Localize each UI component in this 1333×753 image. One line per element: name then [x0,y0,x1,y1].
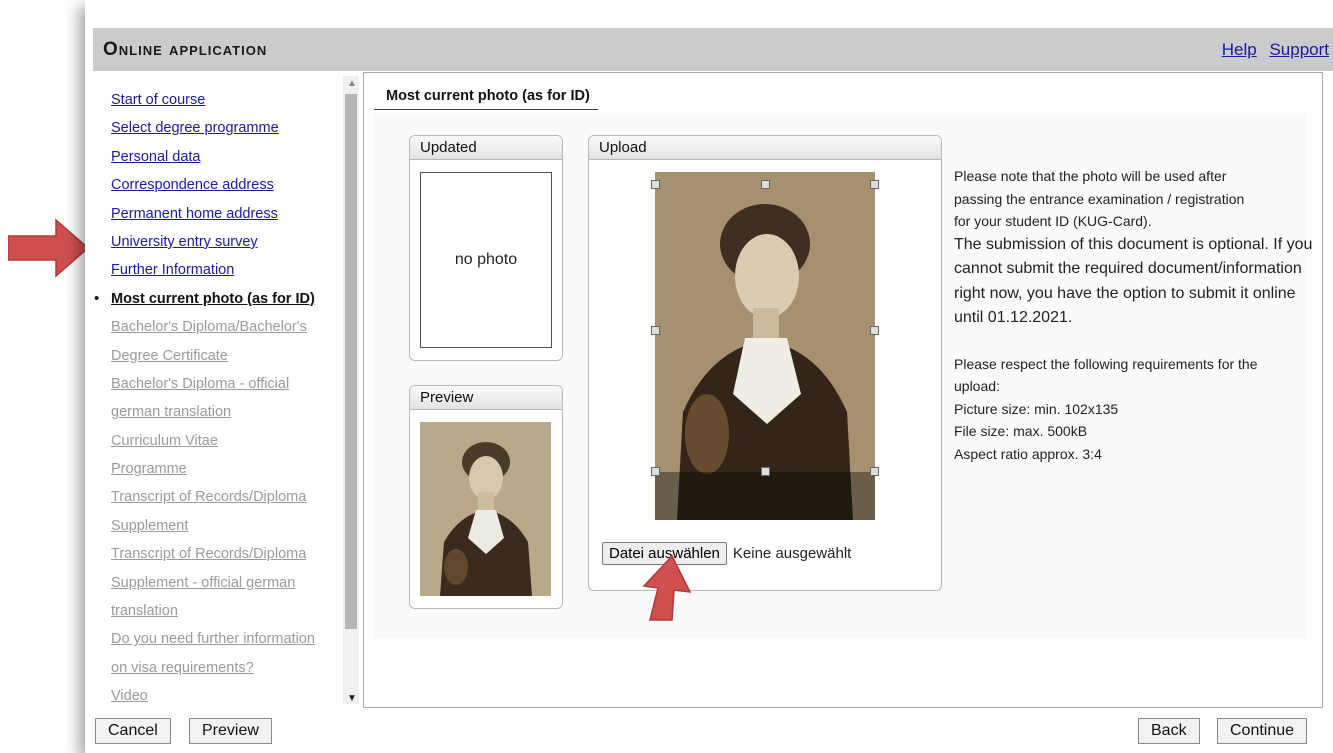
sidebar-item-label: Transcript of Records/Diploma [111,489,307,506]
sidebar-item-label: Degree Certificate [111,347,228,364]
sidebar-item: Transcript of Records/Diploma [111,540,315,568]
sidebar-scrollbar[interactable]: ▲ ▼ [343,76,359,704]
help-link[interactable]: Help [1222,40,1257,59]
photo-usage-note-line-1: Please note that the photo will be used … [954,168,1227,184]
info-text: Please note that the photo will be used … [954,165,1324,465]
sidebar-item-label[interactable]: Permanent home address [111,206,278,222]
optional-submission-text: The submission of this document is optio… [954,235,1313,327]
sidebar-item: Transcript of Records/Diploma [111,483,315,511]
header-links: Help Support [1214,40,1329,60]
sidebar-item: Programme [111,455,315,483]
sidebar-item: Video [111,682,315,704]
annotation-arrow-up [642,554,692,621]
section-title: Most current photo (as for ID) [374,88,598,110]
application-window: Online application Help Support Start of… [85,0,1333,753]
sidebar-item-label[interactable]: Start of course [111,92,205,108]
sidebar-item[interactable]: Permanent home address [111,200,315,228]
nav-list: Start of course Select degree programme Pe… [94,86,315,704]
sidebar-item-label[interactable]: Correspondence address [111,177,274,193]
requirements-line-4: File size: max. 500kB [954,423,1088,439]
crop-handle-bottom-right[interactable] [870,467,879,476]
continue-button[interactable]: Continue [1217,718,1308,744]
sidebar-item: Supplement [111,512,315,540]
sidebar-item-label: Bachelor's Diploma - official [111,375,290,392]
preview-button[interactable]: Preview [189,718,272,744]
preview-heading: Preview [410,386,562,410]
crop-handle-top-right[interactable] [870,180,879,189]
crop-handle-bottom-left[interactable] [651,467,660,476]
sidebar-item-label: Supplement [111,517,189,534]
crop-handle-top-left[interactable] [651,180,660,189]
crop-handle-middle-right[interactable] [870,326,879,335]
sidebar-item-label[interactable]: Further Information [111,262,234,278]
sidebar-item-label: Do you need further information [111,631,315,648]
sidebar-item-label[interactable]: University entry survey [111,234,258,250]
scrollbar-thumb[interactable] [345,94,357,629]
sidebar-item: translation [111,597,315,625]
sidebar-item-label: on visa requirements? [111,659,254,676]
app-title: Online application [103,39,268,60]
updated-heading: Updated [410,136,562,160]
sidebar-item-label: translation [111,603,178,620]
sidebar-item: german translation [111,398,315,426]
sidebar-item-label: Video [111,688,148,704]
cancel-button[interactable]: Cancel [95,718,171,744]
sidebar-item-label[interactable]: Personal data [111,149,200,165]
preview-photo-box: Preview [409,385,563,609]
sidebar-item: on visa requirements? [111,654,315,682]
photo-usage-note-line-3: for your student ID (KUG-Card). [954,213,1152,229]
sidebar-item-label: Programme [111,461,187,478]
file-status-text: Keine ausgewählt [732,544,852,562]
sidebar-item[interactable]: University entry survey [111,228,315,256]
preview-photo-image [420,422,551,596]
scroll-down-arrow-icon[interactable]: ▼ [347,693,357,704]
sidebar-item: Bachelor's Diploma/Bachelor's [111,313,315,341]
requirements-line-2: upload: [954,378,1000,394]
sidebar-item-label[interactable]: Select degree programme [111,120,279,136]
photo-panel: Updated no photo Preview Upload Datei au… [374,115,1312,638]
no-photo-placeholder: no photo [420,172,552,348]
main-content: Most current photo (as for ID) Updated n… [363,72,1323,708]
sidebar-nav: Start of course Select degree programme Pe… [93,76,355,704]
updated-photo-box: Updated no photo [409,135,563,361]
sidebar-item-label: Supplement - official german [111,574,296,591]
sidebar-item: Bachelor's Diploma - official [111,370,315,398]
scroll-up-arrow-icon[interactable]: ▲ [347,78,357,89]
support-link[interactable]: Support [1269,40,1329,59]
crop-handle-middle-left[interactable] [651,326,660,335]
sidebar-item[interactable]: Most current photo (as for ID) [94,285,315,314]
sidebar-item: Degree Certificate [111,342,315,370]
sidebar-item: Curriculum Vitae [111,427,315,455]
app-header: Online application Help Support [93,28,1333,71]
sidebar-item[interactable]: Select degree programme [111,114,315,142]
upload-box: Upload Datei auswählen Keine ausgewählt [588,135,942,591]
sidebar-item-label: Transcript of Records/Diploma [111,546,307,563]
sidebar-item[interactable]: Further Information [111,256,315,284]
sidebar-item-label[interactable]: Most current photo (as for ID) [111,291,315,307]
upload-heading: Upload [589,136,941,160]
sidebar-item[interactable]: Personal data [111,143,315,171]
crop-handle-bottom-center[interactable] [761,467,770,476]
back-button[interactable]: Back [1138,718,1200,744]
photo-usage-note-line-2: passing the entrance examination / regis… [954,190,1245,207]
sidebar-item[interactable]: Correspondence address [111,171,315,199]
sidebar-item[interactable]: Start of course [111,86,315,114]
crop-handle-top-center[interactable] [761,180,770,189]
sidebar-item: Do you need further information [111,625,315,653]
sidebar-item: Supplement - official german [111,569,315,597]
requirements-line-5: Aspect ratio approx. 3:4 [954,445,1102,462]
sidebar-item-label: Bachelor's Diploma/Bachelor's [111,319,307,336]
sidebar-item-label: Curriculum Vitae [111,432,218,449]
annotation-arrow-left [8,218,90,278]
sidebar-item-label: german translation [111,404,232,421]
requirements-line-3: Picture size: min. 102x135 [954,400,1119,417]
requirements-line-1: Please respect the following requirement… [954,355,1258,372]
